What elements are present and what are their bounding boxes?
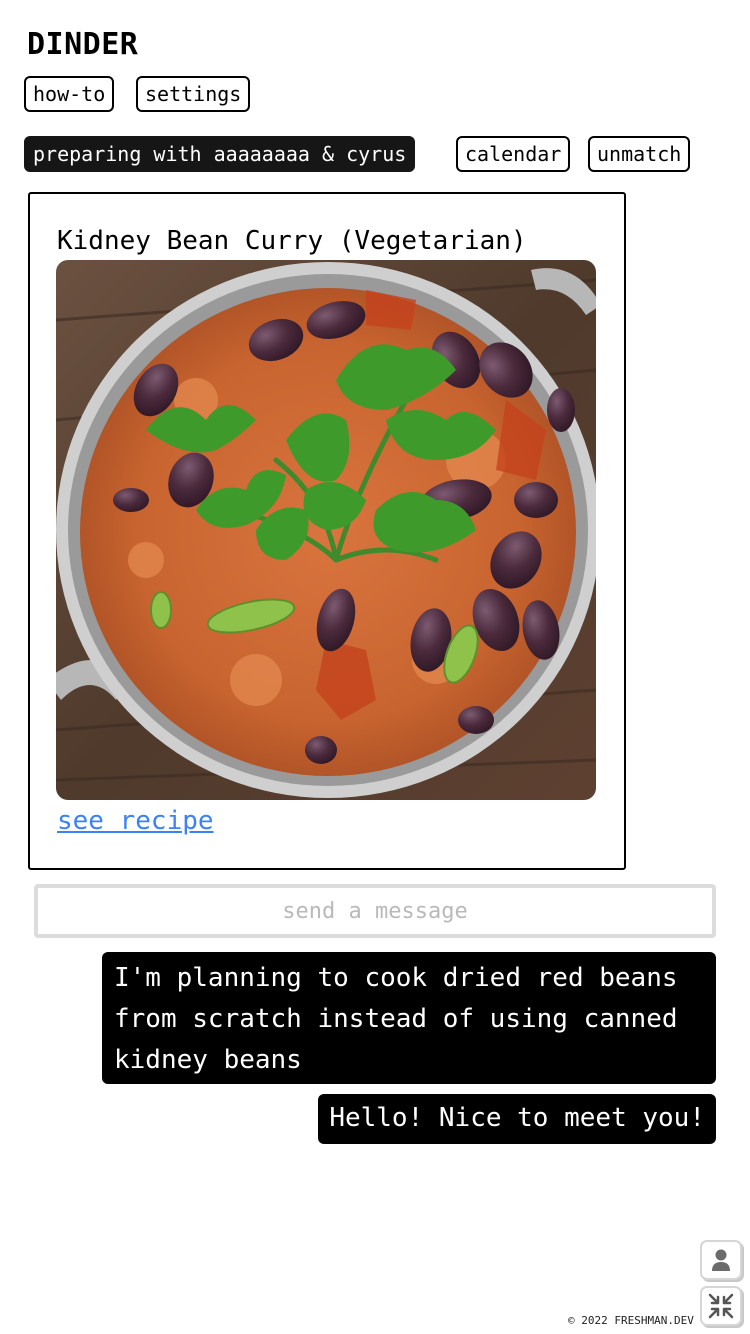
chat-message: Hello! Nice to meet you! <box>318 1094 716 1144</box>
chat-message: I'm planning to cook dried red beans fro… <box>102 952 716 1084</box>
collapse-button[interactable] <box>700 1286 742 1326</box>
recipe-title: Kidney Bean Curry (Vegetarian) <box>57 226 527 256</box>
recipe-card: Kidney Bean Curry (Vegetarian) see recip… <box>28 192 626 870</box>
message-input[interactable] <box>34 884 716 938</box>
app-title: DINDER <box>27 27 139 62</box>
how-to-button[interactable]: how-to <box>24 76 115 112</box>
collapse-arrows-icon <box>708 1293 734 1319</box>
settings-button[interactable]: settings <box>136 76 251 112</box>
footer-copyright: © 2022 FRESHMAN.DEV <box>568 1314 694 1327</box>
see-recipe-link[interactable]: see recipe <box>57 804 214 838</box>
match-status-badge: preparing with aaaaaaaa & cyrus <box>24 136 416 172</box>
profile-button[interactable] <box>700 1240 742 1280</box>
unmatch-button[interactable]: unmatch <box>588 136 691 172</box>
recipe-photo <box>56 260 596 800</box>
person-icon <box>712 1249 730 1271</box>
calendar-button[interactable]: calendar <box>456 136 571 172</box>
